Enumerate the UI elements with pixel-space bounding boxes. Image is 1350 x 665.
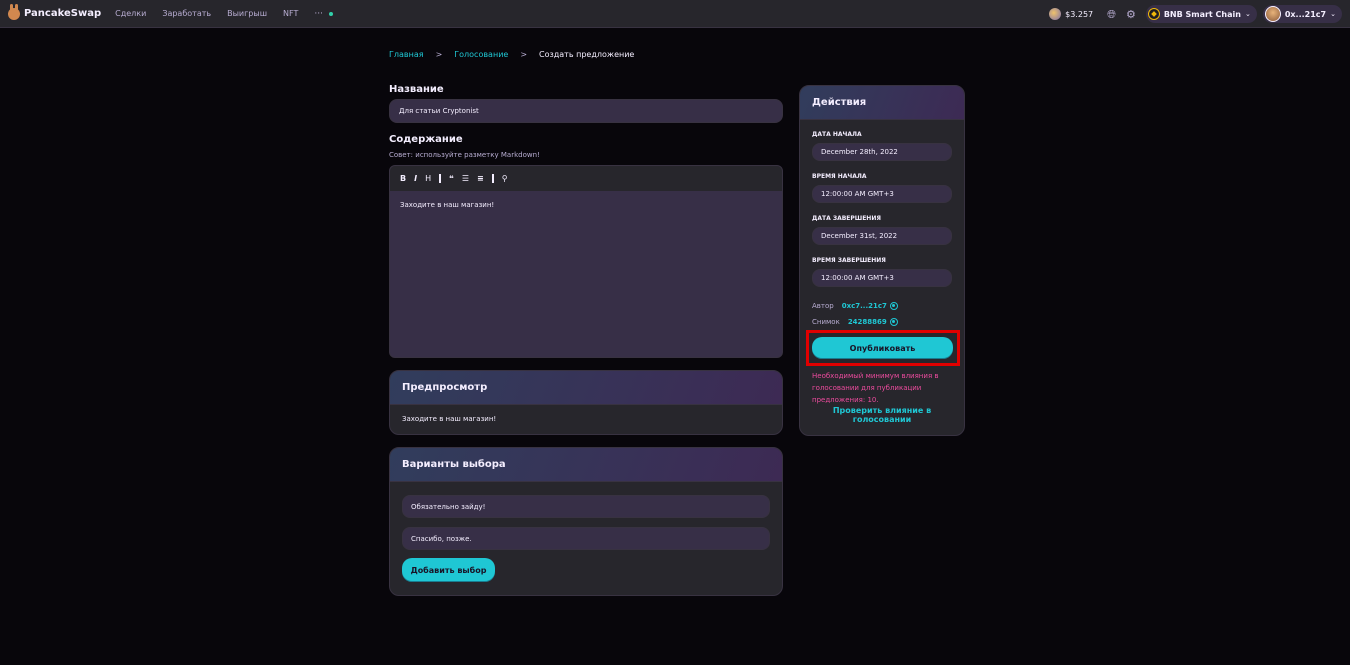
start-time-input[interactable]: 12:00:00 AM GMT+3 [812, 185, 952, 203]
author-link[interactable]: 0xc7...21c7 [842, 302, 887, 310]
preview-title: Предпросмотр [390, 371, 782, 405]
chevron-down-icon: ⌄ [1330, 10, 1336, 18]
content-editor[interactable]: B I H ❝ ☰ ≡ ⚲ Заходите в наш магазин! [389, 165, 783, 358]
voting-power-warning: Необходимый минимум влияния в голосовани… [812, 372, 939, 404]
wallet-button[interactable]: 0x...21c7 ⌄ [1262, 5, 1342, 23]
toolbar-divider [491, 174, 494, 183]
start-date-input[interactable]: December 28th, 2022 [812, 143, 952, 161]
nav-trade[interactable]: Сделки [115, 9, 146, 18]
quote-icon[interactable]: ❝ [449, 174, 454, 183]
start-date-label: ДАТА НАЧАЛА [812, 131, 862, 138]
avatar [1264, 6, 1281, 22]
choice-input-2[interactable]: Спасибо, позже. [402, 527, 770, 550]
logo[interactable]: PancakeSwap [8, 3, 102, 20]
breadcrumb: Главная > Голосование > Создать предложе… [389, 50, 634, 59]
breadcrumb-current: Создать предложение [539, 50, 635, 59]
external-link-icon[interactable] [889, 318, 898, 326]
actions-title: Действия [800, 86, 964, 120]
top-navbar: PancakeSwap Сделки Заработать Выигрыш NF… [0, 0, 1350, 28]
bnb-chain-icon [1147, 8, 1160, 20]
preview-card: Предпросмотр Заходите в наш магазин! [389, 370, 783, 435]
author-label: Автор [812, 302, 834, 310]
italic-icon[interactable]: I [414, 174, 417, 183]
editor-toolbar: B I H ❝ ☰ ≡ ⚲ [390, 166, 782, 191]
gear-icon[interactable]: ⚙ [1126, 9, 1136, 20]
end-time-label: ВРЕМЯ ЗАВЕРШЕНИЯ [812, 257, 886, 264]
nav-earn[interactable]: Заработать [162, 9, 211, 18]
publish-highlight-box [806, 330, 960, 366]
external-link-icon[interactable] [889, 302, 898, 310]
network-label: BNB Smart Chain [1163, 9, 1241, 19]
top-right-controls: $3.257 🌐︎ ⚙ BNB Smart Chain ⌄ 0x...21c7 … [1049, 0, 1342, 28]
nav-nft[interactable]: NFT [283, 9, 298, 18]
snapshot-row: Снимок 24288869 [812, 318, 898, 326]
bold-icon[interactable]: B [400, 174, 406, 183]
main-nav: Сделки Заработать Выигрыш NFT ··· [115, 9, 333, 19]
cake-price[interactable]: $3.257 [1065, 10, 1093, 19]
link-icon[interactable]: ⚲ [502, 174, 508, 183]
add-choice-button[interactable]: Добавить выбор [402, 558, 495, 582]
editor-textarea[interactable]: Заходите в наш магазин! [390, 191, 782, 219]
breadcrumb-separator-icon: > [435, 50, 443, 59]
preview-text: Заходите в наш магазин! [402, 415, 497, 423]
content-label: Содержание [389, 134, 463, 145]
heading-icon[interactable]: H [425, 174, 431, 183]
start-time-label: ВРЕМЯ НАЧАЛА [812, 173, 867, 180]
title-input[interactable]: Для статьи Cryptonist [389, 99, 783, 123]
ordered-list-icon[interactable]: ≡ [477, 174, 484, 183]
nav-more-icon[interactable]: ··· [314, 9, 323, 19]
markdown-hint: Совет: используйте разметку Markdown! [389, 151, 540, 159]
logo-text: PancakeSwap [24, 8, 102, 19]
snapshot-link[interactable]: 24288869 [848, 318, 887, 326]
chevron-down-icon: ⌄ [1244, 10, 1251, 18]
author-row: Автор 0xc7...21c7 [812, 302, 898, 310]
unordered-list-icon[interactable]: ☰ [462, 174, 469, 183]
toolbar-divider [439, 174, 442, 183]
bunny-logo-icon [8, 3, 20, 20]
choices-title: Варианты выбора [390, 448, 782, 482]
network-selector[interactable]: BNB Smart Chain ⌄ [1145, 5, 1257, 23]
breadcrumb-home[interactable]: Главная [389, 50, 424, 59]
globe-icon[interactable]: 🌐︎ [1107, 9, 1116, 20]
end-date-input[interactable]: December 31st, 2022 [812, 227, 952, 245]
choice-input-1[interactable]: Обязательно зайду! [402, 495, 770, 518]
snapshot-label: Снимок [812, 318, 840, 326]
end-time-input[interactable]: 12:00:00 AM GMT+3 [812, 269, 952, 287]
cake-token-icon [1049, 8, 1062, 20]
title-label: Название [389, 84, 444, 95]
wallet-address: 0x...21c7 [1284, 9, 1327, 19]
end-date-label: ДАТА ЗАВЕРШЕНИЯ [812, 215, 881, 222]
check-voting-power-link[interactable]: Проверить влияние в голосовании [812, 406, 952, 424]
breadcrumb-voting[interactable]: Голосование [454, 50, 508, 59]
nav-win[interactable]: Выигрыш [227, 9, 267, 18]
notification-dot-icon [328, 11, 333, 16]
breadcrumb-separator-icon: > [520, 50, 528, 59]
